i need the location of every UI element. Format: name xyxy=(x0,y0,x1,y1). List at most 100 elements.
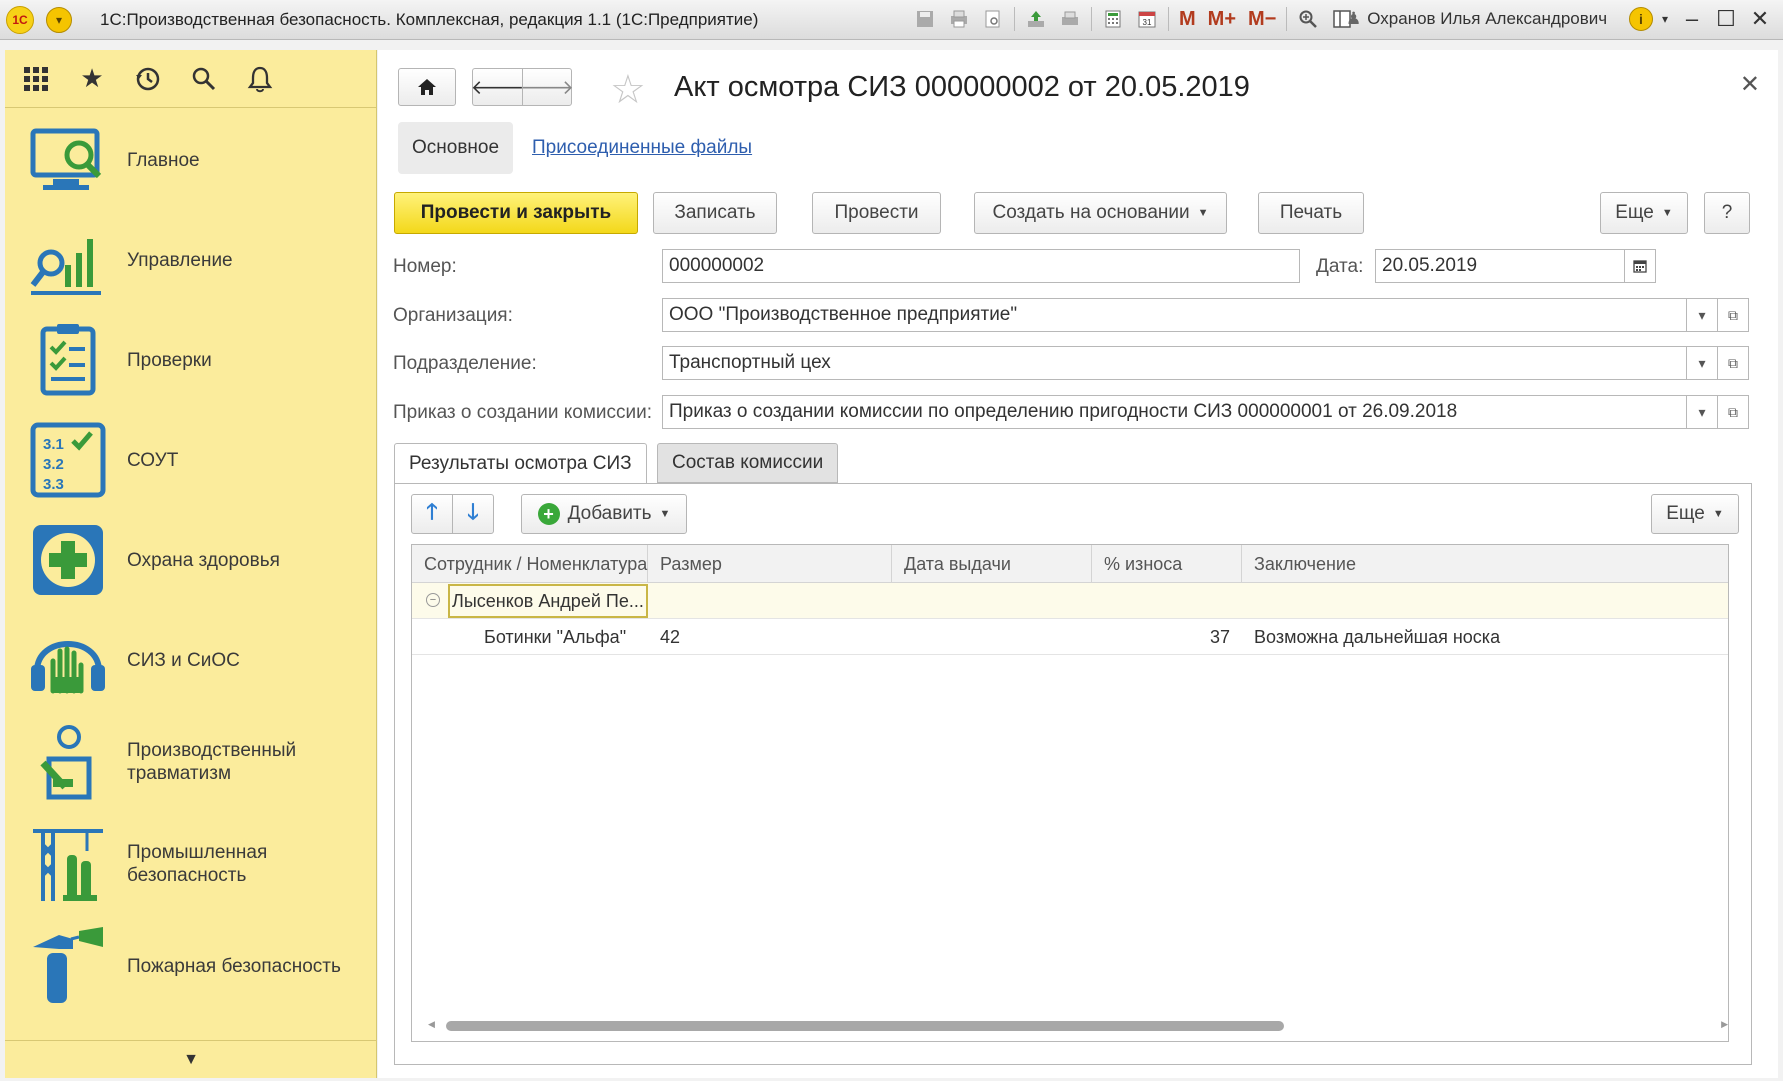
table-more-button[interactable]: Еще ▼ xyxy=(1651,494,1739,534)
memory-plus-button[interactable]: M+ xyxy=(1206,6,1238,32)
forward-button[interactable]: 🡒 xyxy=(520,68,574,106)
maximize-button[interactable]: ☐ xyxy=(1711,4,1741,34)
horizontal-scrollbar[interactable]: ◀ ▶ xyxy=(428,1019,1728,1033)
commission-order-label: Приказ о создании комиссии: xyxy=(393,402,653,423)
column-header-issue-date[interactable]: Дата выдачи xyxy=(892,545,1092,583)
add-row-label: Добавить xyxy=(567,503,652,524)
scroll-left-icon[interactable]: ◀ xyxy=(428,1019,435,1030)
cell-size: 42 xyxy=(660,626,681,647)
sidebar-item-health[interactable]: Охрана здоровья xyxy=(5,510,377,610)
zoom-icon[interactable] xyxy=(1295,6,1321,32)
post-and-close-button[interactable]: Провести и закрыть xyxy=(394,192,638,234)
sidebar-item-ppe[interactable]: СИЗ и СиОС xyxy=(5,610,377,710)
toolbar-separator xyxy=(1168,7,1169,31)
column-header-employee[interactable]: Сотрудник / Номенклатура xyxy=(412,545,648,583)
apps-grid-icon[interactable] xyxy=(21,64,51,94)
home-button[interactable] xyxy=(398,68,456,106)
open-link-icon[interactable]: ⧉ xyxy=(1717,298,1749,332)
sections-panel: ★ Главное Управление Проверки 3.1 3.2 3.3 … xyxy=(5,50,377,1078)
sidebar-tools: ★ xyxy=(5,50,376,108)
add-plus-icon: + xyxy=(537,503,560,525)
main-menu-button[interactable]: ▾ xyxy=(46,6,72,33)
back-button[interactable]: 🡐 xyxy=(471,68,524,106)
favorite-star-icon[interactable]: ☆ xyxy=(610,70,646,110)
date-label: Дата: xyxy=(1316,256,1364,277)
table-more-label: Еще xyxy=(1666,503,1705,524)
number-field[interactable]: 000000002 xyxy=(662,249,1300,283)
preview-icon[interactable] xyxy=(980,6,1006,32)
create-based-on-button[interactable]: Создать на основании ▼ xyxy=(974,192,1227,234)
sidebar-item-industrial[interactable]: Промышленная безопасность xyxy=(5,814,377,914)
sidebar-item-sout[interactable]: 3.1 3.2 3.3 СОУТ xyxy=(5,410,377,510)
current-user[interactable]: ♟ Охранов Илья Александрович xyxy=(1346,9,1607,29)
health-cross-icon xyxy=(33,525,103,595)
print-button[interactable]: Печать xyxy=(1258,192,1364,234)
add-row-button[interactable]: + Добавить ▼ xyxy=(521,494,687,534)
table-group-row[interactable]: − Лысенков Андрей Пе... xyxy=(412,583,1728,619)
window-title: 1С:Производственная безопасность. Компле… xyxy=(100,9,759,29)
close-form-icon[interactable]: ✕ xyxy=(1740,70,1760,99)
date-field[interactable]: 20.05.2019 xyxy=(1375,249,1625,283)
column-header-wear[interactable]: % износа xyxy=(1092,545,1242,583)
organization-field[interactable]: ООО "Производственное предприятие" xyxy=(662,298,1687,332)
favorites-star-icon[interactable]: ★ xyxy=(77,63,107,94)
info-dropdown-icon[interactable]: ▾ xyxy=(1657,4,1673,34)
sidebar-scroll-down-icon[interactable]: ▼ xyxy=(5,1040,377,1078)
calendar-icon[interactable] xyxy=(1624,249,1656,283)
sidebar-item-label: Проверки xyxy=(127,349,212,371)
open-link-icon[interactable]: ⧉ xyxy=(1717,395,1749,429)
tab-attached-files[interactable]: Присоединенные файлы xyxy=(532,137,752,159)
sidebar-item-checks[interactable]: Проверки xyxy=(5,310,377,410)
home-icon xyxy=(418,79,436,95)
column-header-size[interactable]: Размер xyxy=(648,545,892,583)
print-preview-icon[interactable] xyxy=(1057,6,1083,32)
save-button[interactable]: Записать xyxy=(653,192,777,234)
calendar-icon[interactable]: 31 xyxy=(1134,6,1160,32)
history-icon[interactable] xyxy=(133,64,163,94)
sidebar-item-injury[interactable]: Производственный травматизм xyxy=(5,712,377,812)
group-employee-cell[interactable]: Лысенков Андрей Пе... xyxy=(448,584,648,618)
scrollbar-thumb[interactable] xyxy=(446,1021,1284,1031)
move-up-button[interactable]: 🡑 xyxy=(411,494,453,534)
calculator-icon[interactable] xyxy=(1100,6,1126,32)
sidebar-item-fire[interactable]: Пожарная безопасность xyxy=(5,916,377,1016)
minimize-button[interactable]: – xyxy=(1677,4,1707,34)
sidebar-item-main[interactable]: Главное xyxy=(5,110,377,210)
results-table: Сотрудник / Номенклатура Размер Дата выд… xyxy=(411,544,1729,1042)
title-bar: 1С ▾ 1С:Производственная безопасность. К… xyxy=(0,0,1783,40)
column-header-conclusion[interactable]: Заключение xyxy=(1242,545,1728,583)
table-row[interactable]: Ботинки "Альфа" 42 37 Возможна дальнейша… xyxy=(412,619,1728,655)
svg-text:3.2: 3.2 xyxy=(43,456,64,473)
search-icon[interactable] xyxy=(189,64,219,94)
collapse-group-icon[interactable]: − xyxy=(426,593,440,607)
upload-icon[interactable] xyxy=(1023,6,1049,32)
chevron-down-icon[interactable]: ▾ xyxy=(1686,395,1718,429)
print-icon[interactable] xyxy=(946,6,972,32)
tab-commission-members[interactable]: Состав комиссии xyxy=(657,443,839,483)
toolbar-separator xyxy=(1014,7,1015,31)
close-window-button[interactable]: ✕ xyxy=(1745,4,1775,34)
tab-main[interactable]: Основное xyxy=(398,122,514,174)
sout-list-icon: 3.1 3.2 3.3 xyxy=(30,422,106,498)
commission-order-field[interactable]: Приказ о создании комиссии по определени… xyxy=(662,395,1687,429)
cell-item: Ботинки "Альфа" xyxy=(484,626,627,647)
tab-inspection-results[interactable]: Результаты осмотра СИЗ xyxy=(394,443,647,484)
department-field[interactable]: Транспортный цех xyxy=(662,346,1687,380)
sidebar-item-label: Управление xyxy=(127,249,233,271)
chevron-down-icon[interactable]: ▾ xyxy=(1686,346,1718,380)
cell-conclusion: Возможна дальнейшая носка xyxy=(1254,626,1501,647)
memory-minus-button[interactable]: M− xyxy=(1246,6,1278,32)
chevron-down-icon[interactable]: ▾ xyxy=(1686,298,1718,332)
more-button[interactable]: Еще ▼ xyxy=(1600,192,1688,234)
help-button[interactable]: ? xyxy=(1704,192,1750,234)
sidebar-item-management[interactable]: Управление xyxy=(5,210,377,310)
move-down-button[interactable]: 🡓 xyxy=(452,494,494,534)
open-link-icon[interactable]: ⧉ xyxy=(1717,346,1749,380)
info-icon[interactable]: i xyxy=(1629,7,1653,31)
scroll-right-icon[interactable]: ▶ xyxy=(1721,1019,1728,1030)
save-icon[interactable] xyxy=(912,6,938,32)
notifications-bell-icon[interactable] xyxy=(245,64,275,94)
number-label: Номер: xyxy=(393,256,457,277)
post-button[interactable]: Провести xyxy=(812,192,941,234)
memory-m-button[interactable]: M xyxy=(1177,6,1198,32)
